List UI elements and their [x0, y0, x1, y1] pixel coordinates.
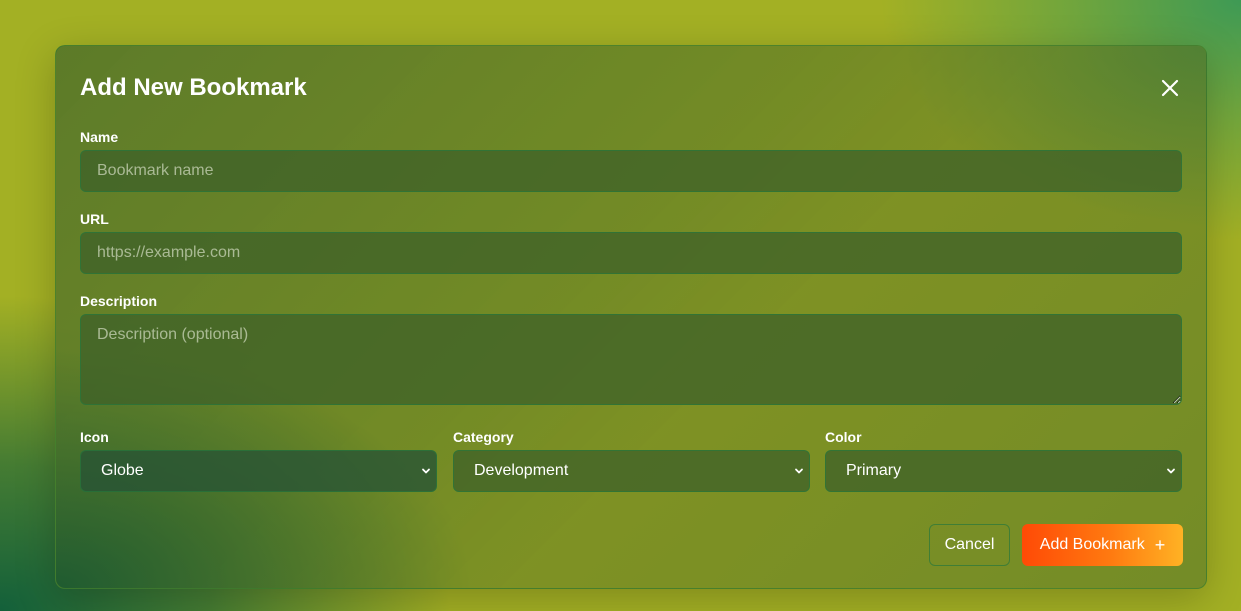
category-select[interactable]: Development — [453, 450, 810, 492]
chevron-down-icon — [1167, 468, 1175, 474]
color-label: Color — [825, 429, 862, 445]
add-bookmark-button[interactable]: Add Bookmark + — [1022, 524, 1183, 566]
description-label: Description — [80, 293, 158, 309]
close-icon — [1161, 79, 1179, 97]
category-label: Category — [453, 429, 514, 445]
icon-select-value: Globe — [101, 462, 144, 479]
description-textarea[interactable] — [80, 314, 1182, 405]
icon-select[interactable]: Globe — [80, 450, 437, 492]
modal-title: Add New Bookmark — [80, 74, 307, 101]
color-select-value: Primary — [846, 462, 902, 479]
category-select-value: Development — [474, 462, 569, 479]
url-input[interactable] — [80, 232, 1182, 274]
chevron-down-icon — [422, 468, 430, 474]
chevron-down-icon — [795, 468, 803, 474]
plus-icon: + — [1154, 535, 1166, 555]
add-bookmark-label: Add Bookmark — [1039, 536, 1145, 553]
icon-label: Icon — [80, 429, 109, 445]
name-input[interactable] — [80, 150, 1182, 192]
close-button[interactable] — [1158, 76, 1182, 100]
url-label: URL — [80, 211, 109, 227]
color-select[interactable]: Primary — [825, 450, 1182, 492]
cancel-button[interactable]: Cancel — [929, 524, 1010, 566]
add-bookmark-modal: Add New Bookmark Name URL Description Ic… — [55, 45, 1207, 589]
name-label: Name — [80, 129, 119, 145]
modal-body: Add New Bookmark Name URL Description Ic… — [56, 46, 1206, 588]
